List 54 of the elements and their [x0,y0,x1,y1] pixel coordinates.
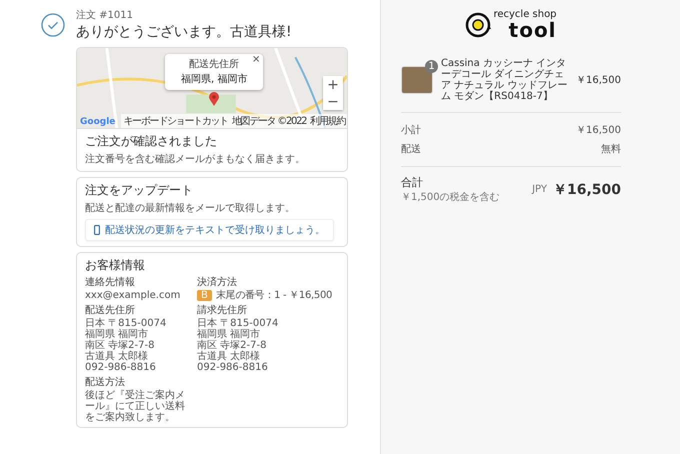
logo-circle-icon [465,11,492,39]
address-line: 古道具 太郎様 [85,351,150,362]
checkmark-circle-icon [41,12,65,36]
address-line: 南区 寺塚2-7-8 [85,340,156,351]
summary-value: 無料 [601,142,621,156]
popup-label: 配送先住所 [189,58,240,71]
text-updates-button[interactable]: 配送状況の更新をテキストで受け取りましょう。 [85,219,334,241]
total-label: 合計 [401,175,424,190]
map-footer-link[interactable]: 利用規約 [310,114,345,128]
zoom-in-button[interactable]: + [323,76,343,93]
card-text: 配送と配達の最新情報をメールで取得します。 [85,202,296,215]
address-line: 日本 〒815-0074 [85,318,168,329]
address-line: 古道具 太郎様 [197,351,262,362]
page-title: ありがとうございます。古道具様! [76,23,292,41]
order-number: 注文 #1011 [76,8,134,22]
address-line: 092-986-8816 [197,362,269,373]
address-line: 福岡県 福岡市 [197,329,262,340]
address-line: 福岡県 福岡市 [85,329,150,340]
summary-label: 小計 [401,124,421,137]
card-title: 注文をアップデート [85,182,194,199]
field-label: 請求先住所 [197,305,248,317]
map-pin-icon [209,92,219,106]
map[interactable]: 配送先住所 福岡県, 福岡市 × + − Google キーボードショートカット 地図データ ©2022 利用規約 [77,48,347,128]
quantity-badge: 1 [425,60,438,73]
logo-wordmark: tool [508,20,557,40]
total-amount: ￥16,500 [552,180,621,198]
map-logo: Google [80,117,116,127]
map-footer-link[interactable]: キーボードショートカット [123,114,228,128]
close-button[interactable]: × [252,54,260,65]
address-line: 日本 〒815-0074 [197,318,280,329]
payment-text: 末尾の番号：1 - ￥16,500 [216,290,332,301]
field-label: 配送先住所 [85,305,136,317]
address-line: 092-986-8816 [85,362,157,373]
product-price: ￥16,500 [576,74,621,87]
popup-address: 福岡県, 福岡市 [181,72,248,86]
card-text: 注文番号を含む確認メールがまもなく届きます。 [85,152,306,166]
map-footer-link[interactable]: 地図データ ©2022 [232,114,306,128]
address-line: 南区 寺塚2-7-8 [197,340,268,351]
field-label: 配送方法 [85,377,126,389]
phone-icon [94,225,100,235]
field-label: 決済方法 [197,277,238,289]
shipping-method-text: 後ほど『受注ご案内メール』にて正しい送料をご案内致します。 [85,390,186,423]
summary-value: ￥16,500 [576,124,621,137]
section-title: お客様情報 [85,257,146,274]
logo-tagline: recycle shop [493,10,557,20]
card-title: ご注文が確認されました [85,133,218,150]
tax-note: ￥1,500の税金を含む [401,190,500,204]
summary-label: 配送 [401,143,421,156]
payment-badge: B [197,290,212,301]
email-text: xxx@example.com [85,290,182,301]
zoom-out-button[interactable]: − [323,93,343,110]
field-label: 連絡先情報 [85,277,136,289]
currency-code: JPY [532,184,547,195]
product-name: Cassina カッシーナ インターデコール ダイニングチェア ナチュラル ウッドフレーム モダン【RS0418-7】 [441,58,568,102]
